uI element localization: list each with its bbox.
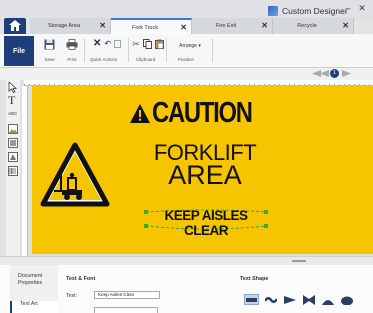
tab-label: Storage Area <box>47 23 81 29</box>
text-shape-options <box>244 294 354 305</box>
image-tool-icon[interactable] <box>8 124 18 134</box>
text-input[interactable]: Keep Aisles Clear <box>94 291 160 299</box>
file-button[interactable]: File <box>4 36 34 66</box>
properties-sidebar: Document Properties Text Art <box>10 265 58 313</box>
print-label: Print <box>67 57 77 62</box>
panel-splitter[interactable] <box>0 256 373 265</box>
cut-icon[interactable]: ✂ <box>132 39 140 49</box>
delete-icon[interactable]: ✕ <box>93 39 101 49</box>
symbol-tool-icon[interactable] <box>8 152 18 162</box>
undo-icon[interactable]: ↶ <box>104 39 111 49</box>
previous-page-icon[interactable] <box>320 70 329 79</box>
text-field-label: Text: <box>66 293 77 299</box>
duplicate-icon[interactable] <box>114 40 122 48</box>
copy-icon[interactable] <box>142 39 152 49</box>
next-page-icon[interactable] <box>342 70 351 79</box>
forklift-warning-icon[interactable] <box>40 142 110 207</box>
warning-triangle-icon <box>130 104 150 123</box>
close-tab-icon[interactable]: ✕ <box>261 21 268 30</box>
keep-aisles-clear-text[interactable]: KEEP AISLES CLEAR <box>144 208 268 238</box>
shape-straight-icon[interactable] <box>244 294 259 305</box>
home-icon <box>9 20 21 31</box>
shape-tool-icon[interactable] <box>8 138 18 148</box>
arrange-button[interactable]: Arrange ▾ Position <box>170 43 210 62</box>
ribbon-separator <box>84 38 85 62</box>
text-font-heading: Text & Font <box>66 276 96 282</box>
app-logo-icon <box>268 5 278 16</box>
close-tab-icon[interactable]: ✕ <box>180 23 187 32</box>
close-window-button[interactable]: ✕ <box>356 2 368 14</box>
page-number-badge[interactable]: 1 <box>330 69 339 78</box>
document-tabs: Storage Area ✕ Fork Truck ✕ Fire Exit ✕ … <box>30 18 354 34</box>
position-label: Position <box>178 57 195 62</box>
tab-label: Recycle <box>297 23 317 29</box>
home-button[interactable] <box>4 18 26 34</box>
clipboard-group: ✂ Clipboard <box>131 39 165 62</box>
tab-storage-area[interactable]: Storage Area ✕ <box>30 18 111 34</box>
vertical-ruler <box>22 86 28 256</box>
shape-arch-icon[interactable] <box>320 294 335 305</box>
tab-recycle[interactable]: Recycle ✕ <box>273 18 354 34</box>
tool-strip: T ABC <box>6 80 20 256</box>
text-tool-icon[interactable]: T <box>8 94 18 106</box>
print-button[interactable]: Print <box>66 39 78 62</box>
save-label: Save <box>44 57 55 62</box>
shape-circle-icon[interactable] <box>339 294 354 305</box>
arrange-label: Arrange ▾ <box>179 43 201 49</box>
tab-label: Fork Truck <box>132 25 158 31</box>
close-tab-icon[interactable]: ✕ <box>342 21 349 30</box>
save-icon <box>44 39 55 50</box>
minimize-button[interactable]: – <box>342 2 354 14</box>
shape-arrow-right-icon[interactable] <box>282 294 297 305</box>
ribbon-separator <box>212 38 213 62</box>
text-shape-heading: Text Shape <box>240 276 269 282</box>
caution-text[interactable]: CAUTION <box>152 97 253 130</box>
save-button[interactable]: Save <box>44 39 55 62</box>
properties-panel: Document Properties Text Art Text & Font… <box>0 265 373 313</box>
tab-label: Fire Exit <box>215 23 237 29</box>
sidebar-item-text-art[interactable]: Text Art <box>10 301 58 313</box>
app-title: Custom Designer <box>268 4 348 17</box>
ribbon: File Save Print ✕ ↶ Quick Actions ✂ Clip… <box>0 34 373 68</box>
ribbon-separator <box>166 38 167 62</box>
select-tool-icon[interactable] <box>8 81 18 94</box>
area-text[interactable]: AREA <box>144 160 266 191</box>
close-tab-icon[interactable]: ✕ <box>99 21 106 30</box>
print-icon <box>66 39 78 50</box>
caution-header[interactable]: CAUTION <box>130 97 274 130</box>
paste-icon[interactable] <box>154 39 164 49</box>
tab-fork-truck[interactable]: Fork Truck ✕ <box>111 18 192 34</box>
view-toolbar: 1 <box>0 68 373 80</box>
text-art-tool-icon[interactable]: ABC <box>8 111 18 121</box>
shape-wave-icon[interactable] <box>263 294 278 305</box>
tab-fire-exit[interactable]: Fire Exit ✕ <box>192 18 273 34</box>
clipboard-label: Clipboard <box>136 57 156 62</box>
shape-bowtie-icon[interactable] <box>301 294 316 305</box>
font-select[interactable] <box>94 307 158 313</box>
barcode-tool-icon[interactable] <box>8 166 18 176</box>
quick-actions-label: Quick Actions <box>90 57 118 62</box>
sidebar-item-document-properties[interactable]: Document Properties <box>10 273 58 287</box>
quick-actions-group: ✕ ↶ Quick Actions <box>88 39 126 62</box>
app-title-text: Custom Designer <box>282 5 348 16</box>
splitter-grip-icon[interactable] <box>292 260 306 262</box>
ribbon-separator <box>128 38 129 62</box>
label-canvas[interactable]: CAUTION FORKLIFT AREA KEEP AISLES CLEAR <box>32 86 373 254</box>
